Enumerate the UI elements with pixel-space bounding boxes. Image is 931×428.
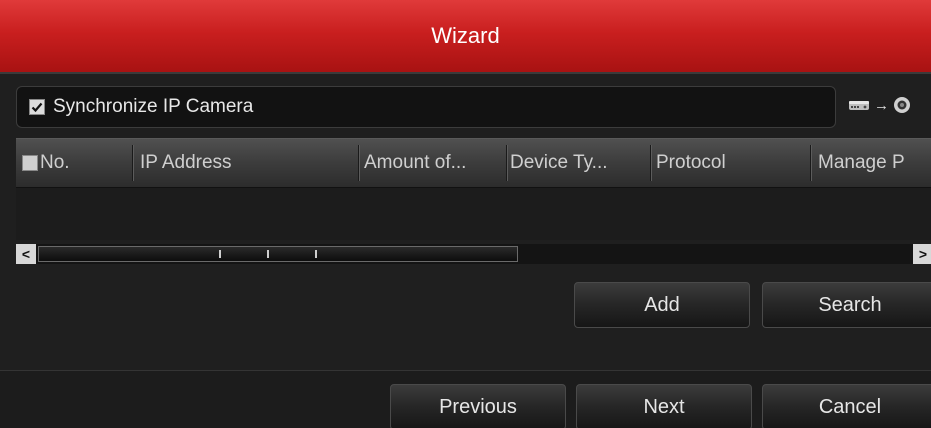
column-manage-port-label: Manage P bbox=[818, 152, 905, 173]
checkmark-icon bbox=[31, 102, 43, 113]
cancel-button[interactable]: Cancel bbox=[762, 384, 931, 428]
chevron-right-icon: > bbox=[918, 246, 928, 262]
scroll-left-button[interactable]: < bbox=[16, 244, 36, 264]
next-button[interactable]: Next bbox=[576, 384, 752, 428]
arrow-right-icon: → bbox=[874, 96, 889, 114]
sync-checkbox[interactable] bbox=[29, 99, 45, 115]
grip-line bbox=[315, 250, 317, 258]
scroll-thumb[interactable] bbox=[38, 246, 518, 262]
sync-bar: Synchronize IP Camera bbox=[16, 86, 836, 128]
add-button[interactable]: Add bbox=[574, 282, 750, 328]
camera-icon bbox=[894, 97, 910, 113]
column-ip-address[interactable]: IP Address bbox=[140, 139, 356, 187]
scroll-right-button[interactable]: > bbox=[913, 244, 931, 264]
window-title: Wizard bbox=[431, 23, 500, 48]
column-divider bbox=[650, 145, 652, 181]
previous-button[interactable]: Previous bbox=[390, 384, 566, 428]
table-header: No. IP Address Amount of... Device Ty...… bbox=[16, 138, 931, 188]
column-no[interactable]: No. bbox=[22, 139, 132, 187]
sync-label: Synchronize IP Camera bbox=[53, 96, 254, 117]
column-no-label: No. bbox=[40, 152, 70, 173]
column-device-type-label: Device Ty... bbox=[510, 152, 608, 173]
grip-line bbox=[219, 250, 221, 258]
hdd-icon bbox=[849, 101, 869, 110]
title-bar: Wizard bbox=[0, 0, 931, 72]
column-divider bbox=[358, 145, 360, 181]
column-protocol-label: Protocol bbox=[656, 152, 726, 173]
column-divider bbox=[132, 145, 134, 181]
column-device-type[interactable]: Device Ty... bbox=[510, 139, 650, 187]
column-divider bbox=[810, 145, 812, 181]
column-divider bbox=[506, 145, 508, 181]
wizard-window: Wizard Synchronize IP Camera → No. IP Ad… bbox=[0, 0, 931, 428]
chevron-left-icon: < bbox=[21, 246, 31, 262]
column-manage-port[interactable]: Manage P bbox=[818, 139, 931, 187]
search-button[interactable]: Search bbox=[762, 282, 931, 328]
horizontal-scrollbar[interactable]: < > bbox=[16, 244, 931, 264]
column-amount-label: Amount of... bbox=[364, 152, 467, 173]
column-amount[interactable]: Amount of... bbox=[364, 139, 506, 187]
grip-line bbox=[267, 250, 269, 258]
column-protocol[interactable]: Protocol bbox=[656, 139, 806, 187]
column-ip-address-label: IP Address bbox=[140, 152, 232, 173]
table-body bbox=[16, 188, 931, 240]
title-divider bbox=[0, 72, 931, 74]
select-all-checkbox[interactable] bbox=[22, 155, 38, 171]
sync-status-icons: → bbox=[848, 96, 911, 114]
